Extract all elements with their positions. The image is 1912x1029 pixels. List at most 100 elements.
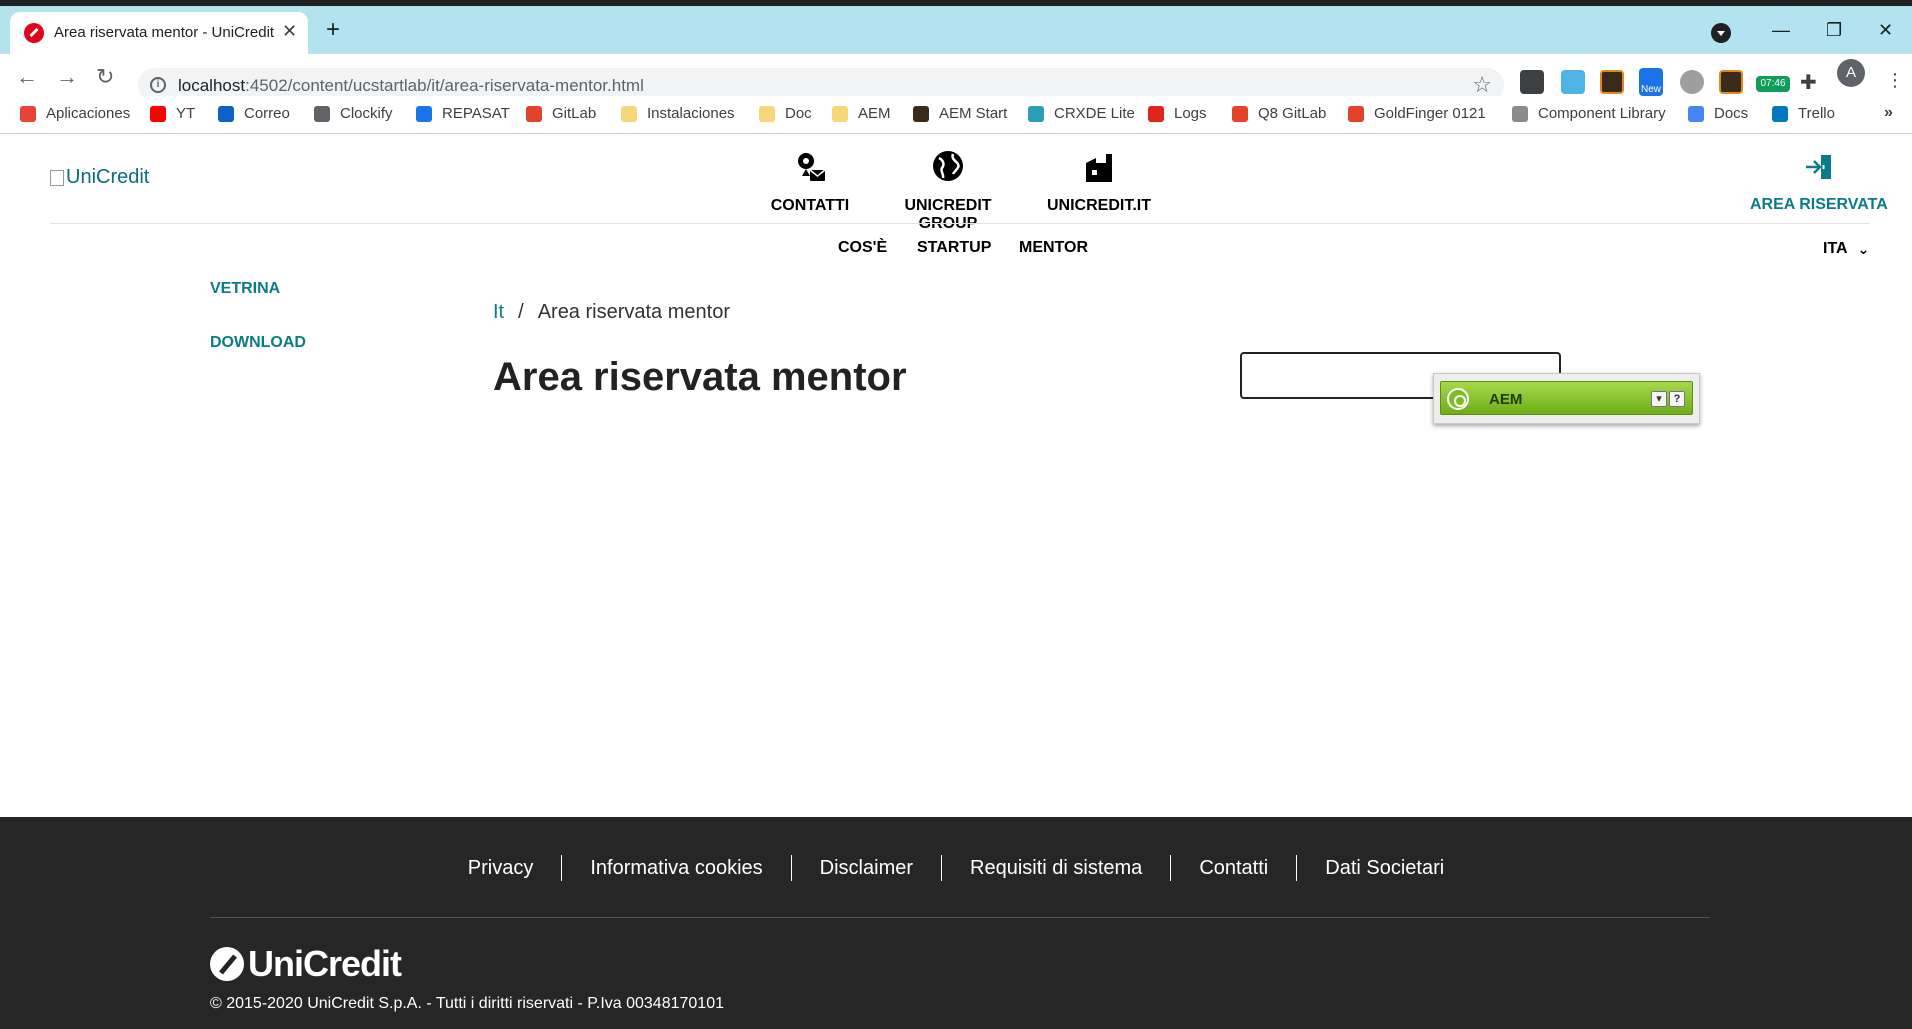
nav-unicredit-it-label: UNICREDIT.IT bbox=[1047, 197, 1151, 214]
extension-aem-icon[interactable] bbox=[1600, 70, 1624, 94]
subnav-cose[interactable]: COS'È bbox=[838, 239, 887, 257]
footer: Privacy Informativa cookies Disclaimer Requ… bbox=[0, 817, 1912, 1029]
bookmark-label: Correo bbox=[244, 105, 290, 122]
aem-sidekick-bar[interactable]: AEM ▾ ? bbox=[1440, 381, 1693, 415]
contact-icon bbox=[798, 153, 826, 181]
bookmark-13[interactable]: GoldFinger 0121 bbox=[1348, 105, 1486, 122]
crxde-icon bbox=[1028, 105, 1044, 122]
breadcrumb-link-it[interactable]: It bbox=[493, 301, 504, 323]
footer-link-dati-societari[interactable]: Dati Societari bbox=[1297, 857, 1472, 880]
extension-clock-icon[interactable]: 07:46 bbox=[1756, 76, 1790, 92]
tab-title: Area riservata mentor - UniCredit bbox=[54, 24, 275, 41]
breadcrumb-separator: / bbox=[518, 301, 524, 323]
reload-icon[interactable]: ↻ bbox=[96, 64, 114, 90]
page-title: Area riservata mentor bbox=[493, 355, 907, 399]
footer-link-privacy[interactable]: Privacy bbox=[440, 857, 562, 880]
gitlab-icon bbox=[526, 105, 542, 122]
extension-new-icon[interactable]: New bbox=[1639, 68, 1663, 96]
bookmark-5[interactable]: GitLab bbox=[526, 105, 596, 122]
gitlab-icon bbox=[1232, 105, 1248, 122]
subnav-mentor[interactable]: MENTOR bbox=[1019, 239, 1088, 257]
close-tab-icon[interactable]: ✕ bbox=[282, 21, 297, 42]
bookmark-label: YT bbox=[176, 105, 196, 122]
bookmark-11[interactable]: Logs bbox=[1148, 105, 1207, 122]
bookmark-1[interactable]: YT bbox=[150, 105, 195, 122]
building-icon bbox=[1086, 154, 1112, 182]
footer-divider bbox=[210, 917, 1710, 918]
unicredit-logo-link[interactable]: UniCredit bbox=[50, 166, 149, 189]
tab-search-icon[interactable] bbox=[1711, 23, 1731, 43]
area-riservata-label: AREA RISERVATA bbox=[1750, 196, 1888, 213]
aem-dropdown-button[interactable]: ▾ bbox=[1651, 391, 1667, 407]
extension-aem-2-icon[interactable] bbox=[1719, 70, 1743, 94]
bookmark-7[interactable]: Doc bbox=[759, 105, 812, 122]
restore-icon[interactable]: ❐ bbox=[1826, 20, 1842, 41]
folder-icon bbox=[832, 105, 848, 122]
bookmark-8[interactable]: AEM bbox=[832, 105, 891, 122]
area-riservata-link[interactable]: AREA RISERVATA bbox=[1750, 151, 1888, 214]
bookmark-label: Instalaciones bbox=[647, 105, 735, 122]
bookmark-10[interactable]: CRXDE Lite bbox=[1028, 105, 1135, 122]
profile-avatar[interactable]: A bbox=[1837, 59, 1865, 87]
apps-grid-icon bbox=[20, 105, 36, 122]
forward-arrow-icon[interactable]: → bbox=[56, 64, 78, 90]
language-selector[interactable]: ITA ⌄ bbox=[1823, 240, 1869, 258]
docs-icon bbox=[1688, 105, 1704, 122]
footer-links: Privacy Informativa cookies Disclaimer Requ… bbox=[0, 855, 1912, 881]
bookmark-star-icon[interactable]: ☆ bbox=[1472, 72, 1492, 98]
bookmark-label: REPASAT bbox=[442, 105, 510, 122]
bookmark-0[interactable]: Aplicaciones bbox=[20, 105, 130, 122]
bookmark-label: Docs bbox=[1714, 105, 1749, 122]
footer-link-contatti[interactable]: Contatti bbox=[1171, 857, 1296, 880]
globe-icon bbox=[933, 151, 963, 181]
bookmark-16[interactable]: Trello bbox=[1772, 105, 1835, 122]
subnav-startup[interactable]: STARTUP bbox=[917, 239, 991, 257]
bookmarks-overflow-button[interactable]: » bbox=[1884, 104, 1893, 122]
bookmark-12[interactable]: Q8 GitLab bbox=[1232, 105, 1326, 122]
outlook-icon bbox=[218, 105, 234, 122]
bookmark-2[interactable]: Correo bbox=[218, 105, 290, 122]
bookmark-label: Q8 GitLab bbox=[1258, 105, 1327, 122]
minimize-icon[interactable]: — bbox=[1772, 20, 1790, 41]
bookmark-14[interactable]: Component Library bbox=[1512, 105, 1666, 122]
footer-link-requisiti-di-sistema[interactable]: Requisiti di sistema bbox=[942, 857, 1170, 880]
footer-link-disclaimer[interactable]: Disclaimer bbox=[792, 857, 941, 880]
sidebar-link-download[interactable]: DOWNLOAD bbox=[210, 334, 306, 352]
bookmark-3[interactable]: Clockify bbox=[314, 105, 393, 122]
nav-unicredit-it[interactable]: UNICREDIT.IT bbox=[1046, 150, 1152, 215]
nav-unicredit-group[interactable]: UNICREDIT GROUP bbox=[878, 150, 1018, 233]
aem-help-button[interactable]: ? bbox=[1669, 391, 1685, 407]
close-window-icon[interactable]: ✕ bbox=[1878, 20, 1893, 41]
browser-tab-active[interactable]: Area riservata mentor - UniCredit ✕ bbox=[10, 12, 308, 54]
url-text[interactable]: localhost:4502/content/ucstartlab/it/are… bbox=[178, 76, 644, 96]
bookmark-15[interactable]: Docs bbox=[1688, 105, 1748, 122]
back-arrow-icon[interactable]: ← bbox=[16, 64, 38, 90]
language-label: ITA bbox=[1823, 240, 1848, 257]
bookmark-label: AEM Start bbox=[939, 105, 1008, 122]
new-tab-button[interactable]: + bbox=[326, 18, 340, 42]
breadcrumb: It / Area riservata mentor bbox=[493, 301, 730, 324]
bookmark-6[interactable]: Instalaciones bbox=[621, 105, 735, 122]
extension-tomato-icon[interactable] bbox=[1680, 70, 1704, 94]
folder-icon bbox=[759, 105, 775, 122]
bookmark-label: Trello bbox=[1798, 105, 1835, 122]
youtube-icon bbox=[150, 105, 166, 122]
nav-unicredit-group-label: UNICREDIT GROUP bbox=[904, 197, 992, 232]
aem-label: AEM bbox=[1489, 391, 1523, 408]
unicredit-mark-icon bbox=[210, 947, 244, 981]
footer-link-informativa-cookies[interactable]: Informativa cookies bbox=[562, 857, 790, 880]
aem-sidekick-widget[interactable]: AEM ▾ ? bbox=[1433, 373, 1700, 424]
footer-logo-text: UniCredit bbox=[248, 943, 402, 984]
bookmark-4[interactable]: REPASAT bbox=[416, 105, 510, 122]
bookmark-9[interactable]: AEM Start bbox=[913, 105, 1007, 122]
header-divider bbox=[50, 223, 1870, 224]
nav-contatti[interactable]: CONTATTI bbox=[770, 150, 850, 215]
extensions-puzzle-icon[interactable]: ✚ bbox=[1800, 70, 1824, 94]
browser-menu-icon[interactable]: ⋮ bbox=[1886, 70, 1910, 94]
sidebar-link-vetrina[interactable]: VETRINA bbox=[210, 280, 280, 298]
site-info-icon[interactable]: i bbox=[150, 77, 166, 93]
repasat-icon bbox=[416, 105, 432, 122]
extension-window-icon[interactable] bbox=[1561, 70, 1585, 94]
extension-dots-icon[interactable] bbox=[1520, 70, 1544, 94]
unicredit-favicon-icon bbox=[24, 23, 44, 43]
